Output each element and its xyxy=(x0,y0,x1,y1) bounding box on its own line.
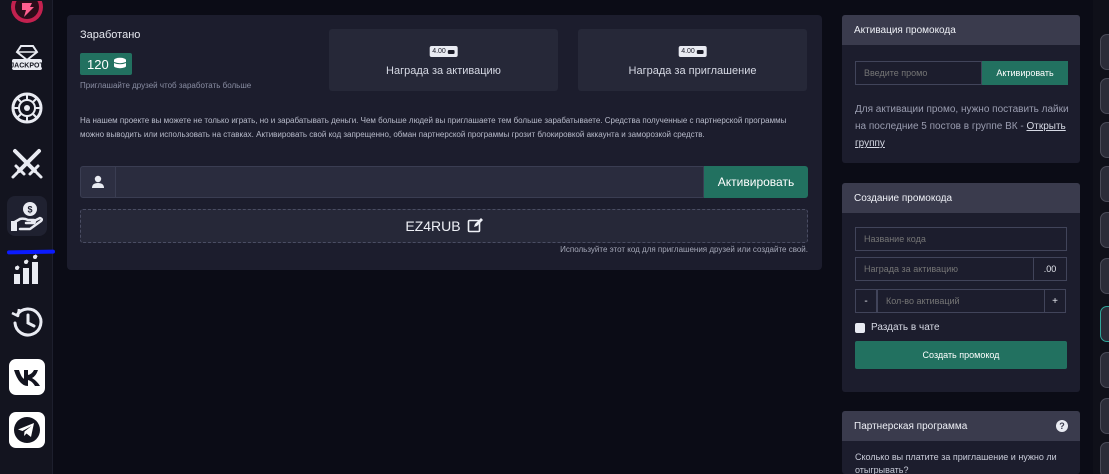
coins-icon xyxy=(447,49,455,54)
promo-activation-card: Активация промокода Активировать Для акт… xyxy=(842,15,1080,163)
history-clock-icon[interactable] xyxy=(7,302,47,342)
cutoff-avatar[interactable] xyxy=(1100,78,1109,114)
activation-reward-pill: 4.00 xyxy=(429,46,458,57)
activation-reward-label: Награда за активацию xyxy=(386,65,501,77)
promo-input[interactable] xyxy=(855,61,982,85)
jackpot-icon[interactable]: JACKPOT xyxy=(7,38,47,78)
partner-panel: Заработано 120 Приглашайте друзей чтоб з… xyxy=(67,15,822,270)
code-name-input[interactable] xyxy=(855,227,1067,251)
cutoff-avatar[interactable] xyxy=(1100,398,1109,434)
cutoff-avatar[interactable] xyxy=(1100,34,1109,70)
coins-icon xyxy=(696,49,704,54)
cutoff-avatar[interactable] xyxy=(1100,306,1109,342)
promo-create-title: Создание промокода xyxy=(842,183,1080,213)
leaderboard-icon[interactable] xyxy=(7,250,47,290)
program-description: На нашем проекте вы можете не только игр… xyxy=(80,116,787,139)
own-promo-code-box[interactable]: EZ4RUB xyxy=(80,209,808,243)
roulette-wheel-icon[interactable] xyxy=(7,88,47,128)
edit-icon[interactable] xyxy=(467,217,483,236)
promo-activation-title: Активация промокода xyxy=(842,15,1080,45)
games-logo-icon[interactable] xyxy=(7,0,47,34)
promo-activate-button[interactable]: Активировать xyxy=(982,61,1068,85)
partner-program-card: Партнерская программа ? Сколько вы плати… xyxy=(842,411,1080,474)
help-icon[interactable]: ? xyxy=(1056,420,1068,432)
vk-icon[interactable] xyxy=(7,357,47,397)
share-in-chat-label: Раздать в чате xyxy=(871,322,940,333)
activation-reward-input[interactable] xyxy=(855,257,1034,281)
user-icon xyxy=(80,166,116,198)
jackpot-label: JACKPOT xyxy=(10,63,44,70)
left-sidebar: JACKPOT $ xyxy=(0,0,56,474)
cutoff-avatar[interactable] xyxy=(1100,442,1109,474)
promo-activation-info: Для активации промо, нужно поставить лай… xyxy=(855,101,1073,152)
invite-reward-card: 4.00 Награда за приглашение xyxy=(578,29,807,91)
cutoff-avatar[interactable] xyxy=(1100,212,1109,248)
increase-count-button[interactable]: + xyxy=(1044,289,1066,313)
partner-program-header: Партнерская программа ? xyxy=(842,411,1080,441)
telegram-icon[interactable] xyxy=(7,410,47,450)
invite-reward-value: 4.00 xyxy=(681,48,695,55)
cutoff-avatar[interactable] xyxy=(1100,122,1109,158)
cutoff-avatar[interactable] xyxy=(1100,258,1109,294)
share-in-chat-row[interactable]: Раздать в чате xyxy=(855,322,940,333)
decrease-count-button[interactable]: - xyxy=(855,289,877,313)
svg-text:$: $ xyxy=(27,205,32,215)
activation-count-input[interactable] xyxy=(877,289,1045,313)
referral-code-input[interactable] xyxy=(116,166,704,198)
share-in-chat-checkbox[interactable] xyxy=(855,322,865,333)
partner-program-title: Партнерская программа xyxy=(854,420,968,432)
invite-reward-label: Награда за приглашение xyxy=(628,65,757,77)
earned-title: Заработано xyxy=(80,29,141,41)
faq-question[interactable]: Сколько вы платите за приглашение и нужн… xyxy=(855,451,1070,474)
promo-activation-row: Активировать xyxy=(855,61,1068,85)
cutoff-avatar[interactable] xyxy=(1100,352,1109,388)
activate-code-button[interactable]: Активировать xyxy=(704,166,808,198)
activation-reward-card: 4.00 Награда за активацию xyxy=(329,29,558,91)
partner-money-hand-icon[interactable]: $ xyxy=(7,196,47,236)
promo-code-hint: Используйте этот код для приглашения дру… xyxy=(560,245,808,254)
reward-decimal-suffix: .00 xyxy=(1033,257,1067,281)
create-promo-button[interactable]: Создать промокод xyxy=(855,341,1067,369)
coins-icon xyxy=(113,57,127,72)
earned-hint: Приглашайте друзей чтоб заработать больш… xyxy=(80,81,252,90)
promo-create-card: Создание промокода .00 - + Раздать в чат… xyxy=(842,183,1080,392)
invite-reward-pill: 4.00 xyxy=(678,46,707,57)
activation-reward-value: 4.00 xyxy=(432,48,446,55)
earned-amount: 120 xyxy=(87,56,109,72)
earned-amount-badge: 120 xyxy=(80,53,132,75)
cutoff-avatar[interactable] xyxy=(1100,166,1109,202)
own-promo-code: EZ4RUB xyxy=(405,218,461,234)
crossed-swords-icon[interactable] xyxy=(7,143,47,183)
code-activation-row: Активировать xyxy=(80,166,808,198)
